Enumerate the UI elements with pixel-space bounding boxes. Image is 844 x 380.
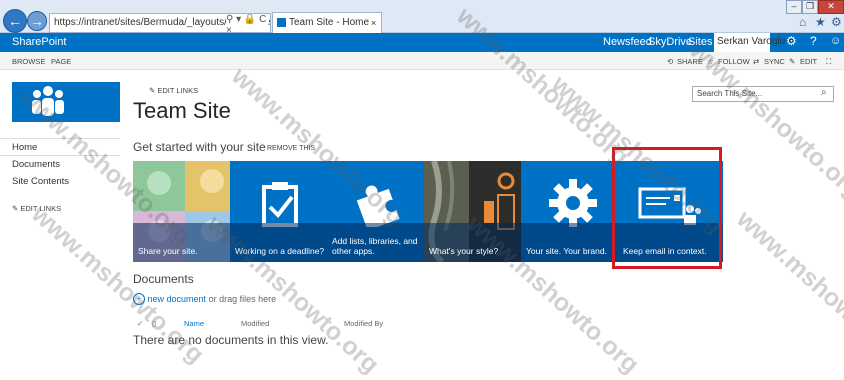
restore-icon[interactable]: ❐ <box>802 0 818 14</box>
column-header-modified[interactable]: Modified <box>241 319 269 328</box>
tile-site-brand[interactable]: Your site. Your brand. <box>521 161 626 262</box>
suite-link-sites[interactable]: Sites <box>688 36 712 48</box>
close-tab-icon[interactable]: × <box>371 13 376 33</box>
tile-caption-bg <box>230 223 335 262</box>
search-box[interactable]: Search This Site... ⌕ <box>692 86 834 102</box>
watermark-text: www.mshowto.org <box>731 205 844 374</box>
sync-button[interactable]: SYNC <box>764 57 785 66</box>
address-bar-icons: ⚲ ▾ 🔒 C × <box>226 14 268 36</box>
site-people-icon <box>32 86 64 116</box>
tile-label: Your site. Your brand. <box>526 246 607 256</box>
tab-title: Team Site - Home <box>289 17 370 28</box>
tile-add-apps[interactable]: Add lists, libraries, and other apps. <box>327 161 432 262</box>
search-placeholder: Search This Site... <box>697 89 763 98</box>
user-avatar-icon[interactable]: ☺ <box>830 35 841 47</box>
ribbon-tab-browse[interactable]: BROWSE <box>12 57 45 66</box>
focus-on-content-icon[interactable]: ⛶ <box>826 57 831 67</box>
share-icon: ⟲ <box>667 57 674 66</box>
drag-hint: or drag files here <box>208 294 277 304</box>
site-title[interactable]: Team Site <box>133 98 231 124</box>
documents-title[interactable]: Documents <box>133 272 194 286</box>
tile-label: What's your style? <box>429 246 499 256</box>
puzzle-piece-icon <box>356 185 400 227</box>
edit-icon: ✎ <box>789 57 796 66</box>
get-started-title: Get started with your site <box>133 140 266 154</box>
suite-bar: SharePoint Newsfeed SkyDrive Sites Serka… <box>0 33 844 52</box>
nav-item-documents[interactable]: Documents <box>12 159 60 170</box>
nav-edit-links-label: EDIT LINKS <box>20 204 62 213</box>
help-icon[interactable]: ? <box>810 34 817 48</box>
top-edit-links[interactable]: ✎ EDIT LINKS <box>149 86 198 95</box>
nav-item-home[interactable]: Home <box>12 142 37 153</box>
site-logo[interactable] <box>12 82 120 122</box>
new-document-link[interactable]: new document <box>148 294 207 304</box>
sync-icon: ⇄ <box>753 57 760 66</box>
suite-link-skydrive[interactable]: SkyDrive <box>648 36 692 48</box>
settings-gear-icon[interactable]: ⚙ <box>831 15 842 29</box>
minimize-icon[interactable]: – <box>786 0 802 14</box>
clipboard-check-icon <box>262 182 298 227</box>
top-edit-links-label: EDIT LINKS <box>157 86 199 95</box>
follow-icon: ☆ <box>707 57 714 66</box>
settings-gear-icon[interactable]: ⚙ <box>786 34 797 48</box>
select-all-checkmark-icon[interactable]: ✓ <box>137 319 143 328</box>
home-icon[interactable]: ⌂ <box>799 15 806 29</box>
back-arrow-icon[interactable]: ← <box>3 9 27 33</box>
sharepoint-brand[interactable]: SharePoint <box>12 36 66 48</box>
tile-working-deadline[interactable]: Working on a deadline? <box>230 161 335 262</box>
search-icon[interactable]: ⌕ <box>821 87 827 98</box>
user-menu[interactable]: Serkan Varoglu ▾ <box>717 36 793 47</box>
add-circle-icon[interactable]: + <box>133 293 145 305</box>
ribbon-tab-page[interactable]: PAGE <box>51 57 71 66</box>
new-document-row: + new document or drag files here <box>133 293 276 305</box>
tile-whats-your-style[interactable]: What's your style? <box>424 161 529 262</box>
follow-button[interactable]: FOLLOW <box>718 57 750 66</box>
sharepoint-favicon-icon <box>277 18 286 27</box>
ribbon: BROWSE PAGE ⟲ SHARE ☆ FOLLOW ⇄ SYNC ✎ ED… <box>0 52 844 70</box>
tile-caption-bg <box>133 223 238 262</box>
browser-tab[interactable]: Team Site - Home × <box>272 12 382 33</box>
tile-label: Add lists, libraries, and other apps. <box>332 236 418 256</box>
edit-button[interactable]: EDIT <box>800 57 817 66</box>
nav-item-site-contents[interactable]: Site Contents <box>12 176 69 187</box>
forward-arrow-icon[interactable]: → <box>27 11 47 31</box>
remove-this-link[interactable]: REMOVE THIS <box>267 145 315 152</box>
tile-caption-bg <box>521 223 626 262</box>
suite-link-newsfeed[interactable]: Newsfeed <box>603 36 652 48</box>
document-type-icon: ▯ <box>152 319 157 328</box>
favorites-star-icon[interactable]: ★ <box>815 15 826 29</box>
highlight-box <box>612 147 722 269</box>
gear-icon <box>549 179 597 227</box>
tile-label: Share your site. <box>138 246 198 256</box>
share-button[interactable]: SHARE <box>677 57 703 66</box>
nav-edit-links[interactable]: ✎ EDIT LINKS <box>12 204 61 213</box>
tile-label: Working on a deadline? <box>235 246 325 256</box>
column-header-name[interactable]: Name <box>184 319 204 328</box>
column-header-modified-by[interactable]: Modified By <box>344 319 383 328</box>
empty-view-message: There are no documents in this view. <box>133 333 329 347</box>
tile-share-site[interactable]: Share your site. <box>133 161 238 262</box>
close-window-icon[interactable]: ✕ <box>818 0 844 14</box>
tile-caption-bg <box>424 223 529 262</box>
